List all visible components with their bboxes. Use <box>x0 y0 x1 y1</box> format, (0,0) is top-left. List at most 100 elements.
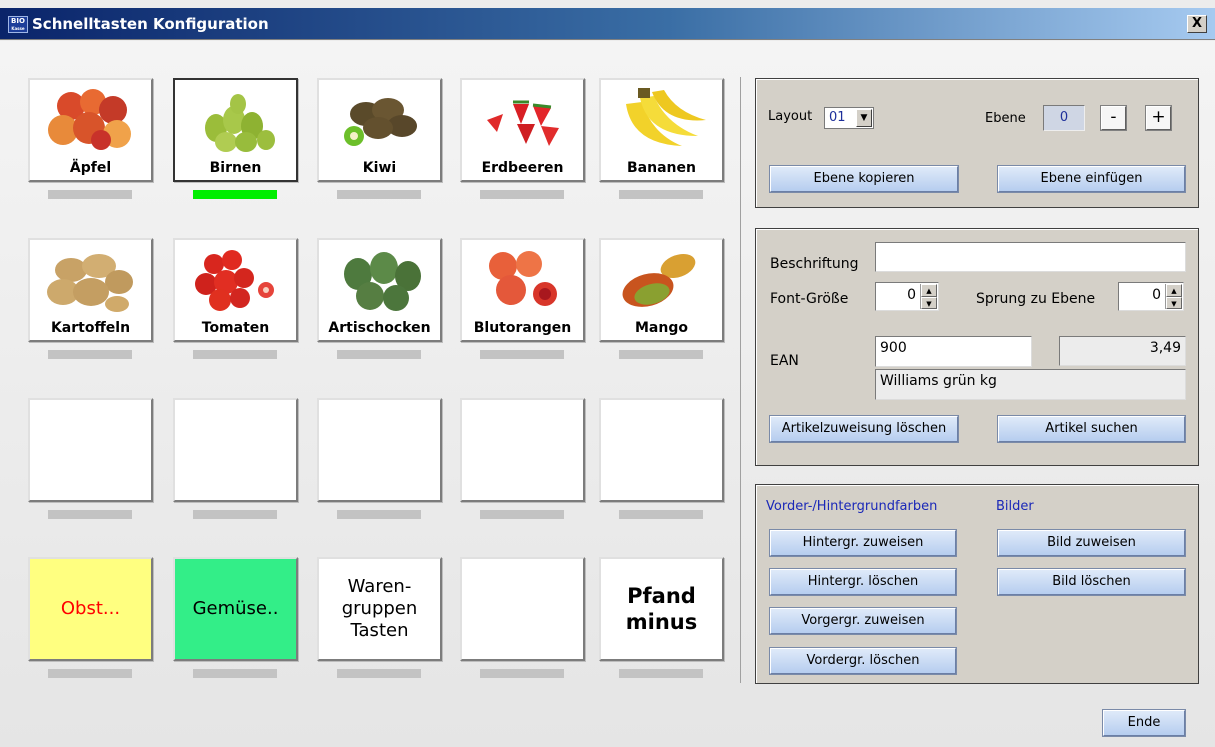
delete-article-assignment-button[interactable]: Artikelzuweisung löschen <box>769 415 959 443</box>
tile-label: Bananen <box>627 160 696 176</box>
shortcut-key-tile[interactable] <box>599 398 724 502</box>
colors-heading: Vorder-/Hintergrundfarben <box>766 499 938 514</box>
tile-indicator-bar <box>619 350 703 359</box>
shortcut-key-tile[interactable]: Mango <box>599 238 724 342</box>
tomatoes-icon <box>175 244 296 316</box>
vertical-divider <box>740 77 741 683</box>
tile-indicator-bar <box>48 510 132 519</box>
tile-label: Pfand minus <box>601 583 722 635</box>
stepper-down-icon[interactable]: ▼ <box>921 296 937 309</box>
tile-indicator-bar <box>193 510 277 519</box>
stepper-down-icon[interactable]: ▼ <box>1166 296 1182 309</box>
copy-level-button[interactable]: Ebene kopieren <box>769 165 959 193</box>
shortcut-key-tile[interactable] <box>173 398 298 502</box>
tile-indicator-bar <box>48 350 132 359</box>
font-size-stepper[interactable]: 0 ▲ ▼ <box>875 282 939 311</box>
assign-background-button[interactable]: Hintergr. zuweisen <box>769 529 957 557</box>
tile-label-line: gruppen <box>341 598 418 619</box>
bananas-icon <box>601 84 722 156</box>
shortcut-key-tile[interactable]: Blutorangen <box>460 238 585 342</box>
shortcut-key-tile[interactable]: Erdbeeren <box>460 78 585 182</box>
app-icon-text: BIO <box>11 17 25 25</box>
layout-select[interactable]: 01 ▼ <box>824 107 874 129</box>
tile-indicator-bar <box>480 350 564 359</box>
tile-label-line: minus <box>625 610 698 634</box>
tile-label: Tomaten <box>201 320 270 336</box>
tile-label-line: Tasten <box>350 620 409 641</box>
strawberries-icon <box>462 84 583 156</box>
jump-level-stepper[interactable]: 0 ▲ ▼ <box>1118 282 1184 311</box>
shortcut-key-tile[interactable]: Obst... <box>28 557 153 661</box>
shortcut-key-tile[interactable]: Kiwi <box>317 78 442 182</box>
app-icon: BIO Kasse <box>8 16 28 33</box>
shortcut-key-tile[interactable]: Pfand minus <box>599 557 724 661</box>
shortcut-key-tile[interactable]: Birnen <box>173 78 298 182</box>
tile-indicator-bar <box>619 510 703 519</box>
tile-indicator-bar <box>480 190 564 199</box>
tile-indicator-bar <box>337 669 421 678</box>
tile-indicator-bar <box>480 510 564 519</box>
tile-indicator-bar <box>619 669 703 678</box>
caption-input[interactable] <box>875 242 1186 272</box>
tile-indicator-bar <box>337 190 421 199</box>
end-button[interactable]: Ende <box>1102 709 1186 737</box>
level-plus-button[interactable]: + <box>1145 105 1172 131</box>
images-heading: Bilder <box>996 499 1034 514</box>
apples-icon <box>30 84 151 156</box>
jump-level-label: Sprung zu Ebene <box>976 291 1096 307</box>
mango-icon <box>601 244 722 316</box>
tile-indicator-bar <box>480 669 564 678</box>
shortcut-key-tile[interactable]: Bananen <box>599 78 724 182</box>
ean-label: EAN <box>770 353 799 369</box>
price-field: 3,49 <box>1059 336 1186 366</box>
shortcut-key-tile[interactable] <box>317 398 442 502</box>
paste-level-button[interactable]: Ebene einfügen <box>997 165 1186 193</box>
shortcut-key-tile[interactable] <box>460 398 585 502</box>
ean-input[interactable]: 900 <box>875 336 1032 367</box>
shortcut-key-tile[interactable]: Äpfel <box>28 78 153 182</box>
search-article-button[interactable]: Artikel suchen <box>997 415 1186 443</box>
stepper-arrows[interactable]: ▲ ▼ <box>920 284 937 309</box>
chevron-down-icon[interactable]: ▼ <box>856 109 872 127</box>
tile-label: Äpfel <box>69 160 112 176</box>
tile-label: Kiwi <box>362 160 397 176</box>
article-name-field: Williams grün kg <box>875 369 1186 400</box>
stepper-arrows[interactable]: ▲ ▼ <box>1165 284 1182 309</box>
app-icon-subtext: Kasse <box>11 26 25 31</box>
shortcut-key-tile[interactable]: Waren-gruppen Tasten <box>317 557 442 661</box>
shortcut-key-tile[interactable]: Gemüse.. <box>173 557 298 661</box>
shortcut-key-tile[interactable]: Artischocken <box>317 238 442 342</box>
layout-label: Layout <box>768 109 813 124</box>
tile-indicator-bar <box>48 190 132 199</box>
tile-label: Waren-gruppen Tasten <box>319 576 440 642</box>
tile-indicator-bar <box>337 510 421 519</box>
artichokes-icon <box>319 244 440 316</box>
tile-label: Erdbeeren <box>481 160 564 176</box>
assign-image-button[interactable]: Bild zuweisen <box>997 529 1186 557</box>
shortcut-key-tile[interactable] <box>28 398 153 502</box>
close-button[interactable]: X <box>1187 15 1207 33</box>
delete-image-button[interactable]: Bild löschen <box>997 568 1186 596</box>
layout-panel: Layout 01 ▼ Ebene 0 - + Ebene kopieren E… <box>755 78 1199 208</box>
shortcut-key-tile[interactable]: Kartoffeln <box>28 238 153 342</box>
level-minus-button[interactable]: - <box>1100 105 1127 131</box>
delete-background-button[interactable]: Hintergr. löschen <box>769 568 957 596</box>
shortcut-key-tile[interactable] <box>460 557 585 661</box>
shortcut-key-tile[interactable]: Tomaten <box>173 238 298 342</box>
tile-indicator-bar <box>193 669 277 678</box>
stepper-up-icon[interactable]: ▲ <box>1166 284 1182 297</box>
window-title: Schnelltasten Konfiguration <box>32 15 269 33</box>
level-label: Ebene <box>985 111 1026 126</box>
kiwi-icon <box>319 84 440 156</box>
delete-foreground-button[interactable]: Vordergr. löschen <box>769 647 957 675</box>
jump-level-value: 0 <box>1152 287 1161 303</box>
key-properties-panel: Beschriftung Font-Größe 0 ▲ ▼ Sprung zu … <box>755 228 1199 466</box>
tile-label: Kartoffeln <box>50 320 131 336</box>
tile-label-line: Pfand <box>627 584 696 608</box>
blood-oranges-icon <box>462 244 583 316</box>
assign-foreground-button[interactable]: Vorgergr. zuweisen <box>769 607 957 635</box>
stepper-up-icon[interactable]: ▲ <box>921 284 937 297</box>
pears-icon <box>175 84 296 156</box>
tile-label: Gemüse.. <box>192 598 279 619</box>
colors-images-panel: Vorder-/Hintergrundfarben Bilder Hinterg… <box>755 484 1199 684</box>
